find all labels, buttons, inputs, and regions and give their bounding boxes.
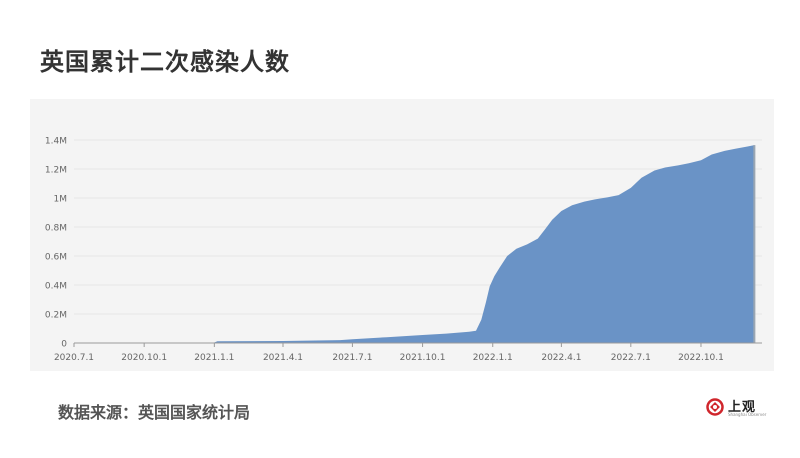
y-tick-label: 1.4M [45, 137, 67, 147]
y-axis: 0 0.2M 0.4M 0.6M 0.8M 1M 1.2M 1.4M [45, 137, 67, 350]
x-tick-label: 2021.10.1 [400, 353, 446, 363]
x-tick-label: 2022.4.1 [541, 353, 581, 363]
x-tick-label: 2022.1.1 [473, 353, 513, 363]
series-area [74, 145, 756, 343]
y-tick-label: 0.6M [45, 253, 67, 263]
x-tick-label: 2020.7.1 [54, 353, 94, 363]
x-tick-label: 2022.10.1 [678, 353, 724, 363]
x-axis: 2020.7.1 2020.10.1 2021.1.1 2021.4.1 2021.7.… [54, 342, 762, 363]
x-tick-label: 2021.1.1 [194, 353, 234, 363]
data-source-text: 数据来源：英国国家统计局 [58, 403, 251, 422]
y-tick-label: 1.2M [45, 166, 67, 176]
shanghai-observer-logo: 上观 Shanghai Observer [706, 396, 776, 420]
series-area-fill [74, 145, 755, 343]
x-tick-label: 2020.10.1 [121, 353, 167, 363]
y-tick-label: 1M [54, 195, 68, 205]
logo-subtext: Shanghai Observer [728, 412, 767, 417]
y-tick-label: 0 [61, 340, 67, 350]
logo-mark-icon [706, 398, 724, 416]
x-tick-label: 2021.7.1 [332, 353, 372, 363]
x-tick-label: 2022.7.1 [611, 353, 651, 363]
y-tick-label: 0.2M [45, 311, 67, 321]
y-tick-label: 0.4M [45, 282, 67, 292]
area-chart: 00.2M0.4M0.6M0.8M1M1.2M1.4M 2020.7.1 2020… [45, 137, 762, 363]
x-tick-label: 2021.4.1 [263, 353, 303, 363]
y-tick-label: 0.8M [45, 224, 67, 234]
